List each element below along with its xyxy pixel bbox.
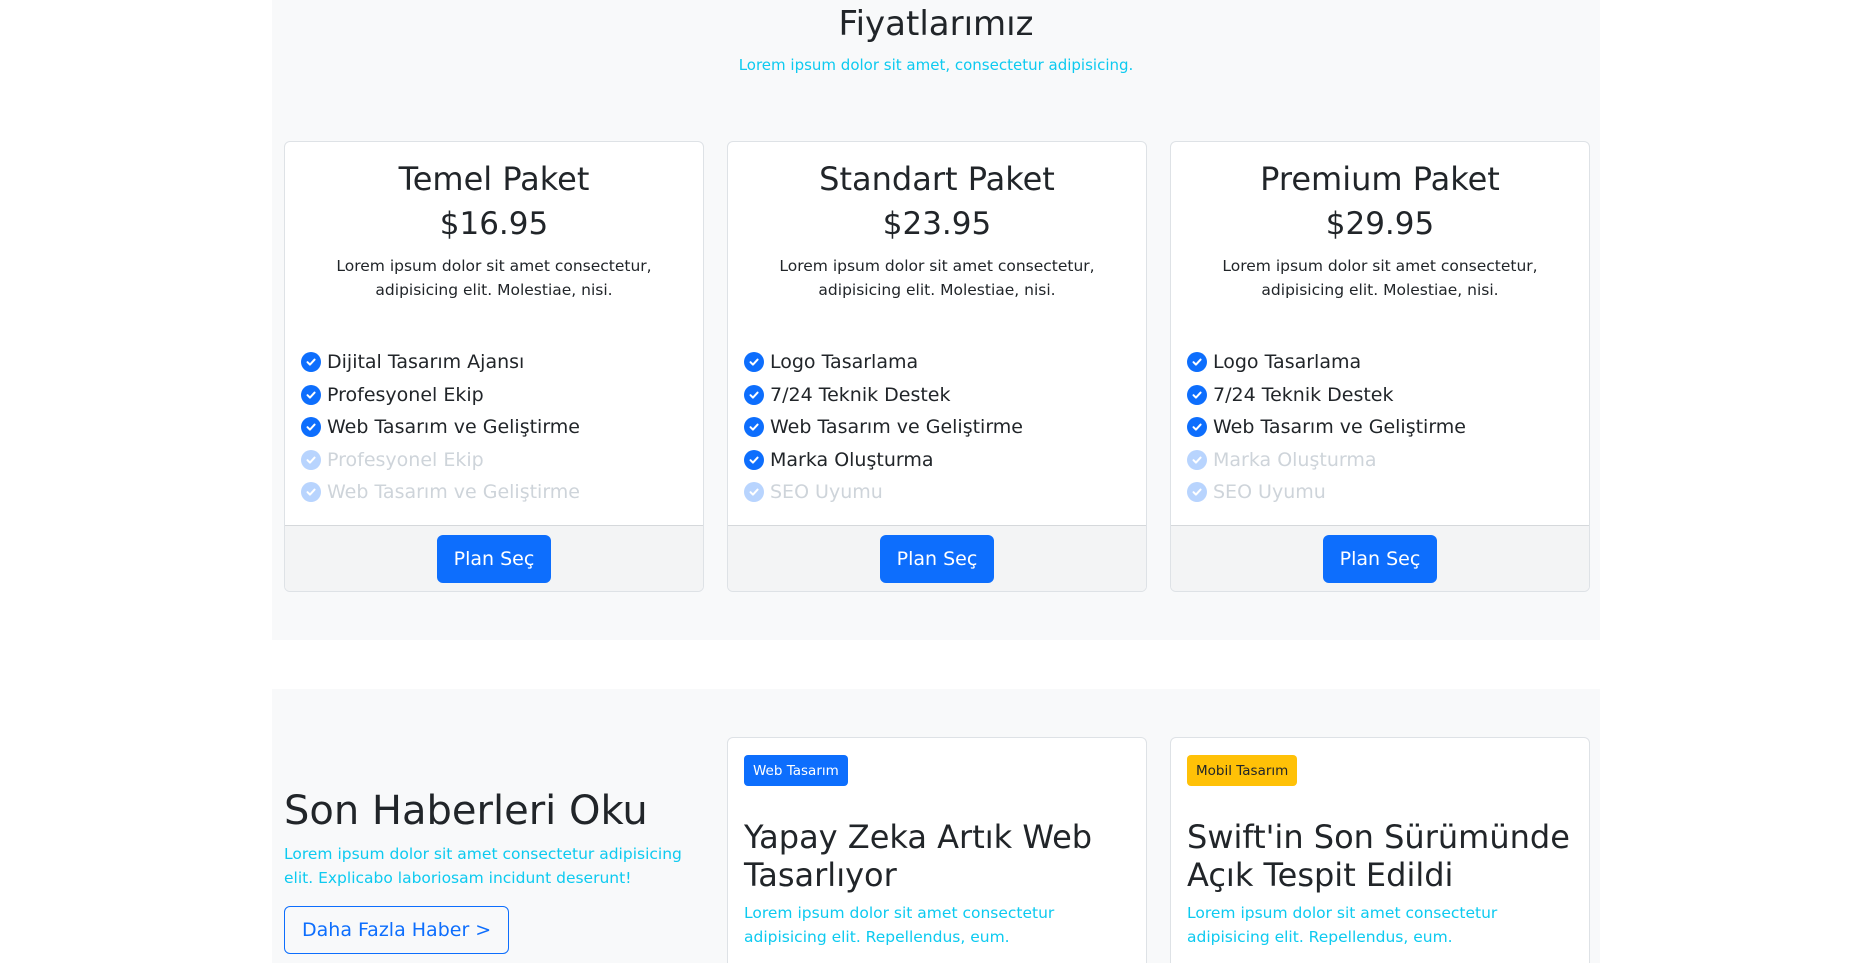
feature-label: Web Tasarım ve Geliştirme — [327, 481, 580, 504]
feature-item: Marka Oluşturma — [744, 444, 1023, 477]
category-badge: Web Tasarım — [744, 755, 848, 786]
feature-label: Web Tasarım ve Geliştirme — [1213, 416, 1466, 439]
check-circle-icon — [301, 482, 321, 503]
feature-item: Web Tasarım ve Geliştirme — [301, 476, 580, 509]
pricing-subtitle: Lorem ipsum dolor sit amet, consectetur … — [738, 56, 1134, 74]
plan-description: Lorem ipsum dolor sit amet consectetur, … — [779, 257, 1095, 299]
check-circle-icon — [301, 384, 321, 405]
news-intro-text: Lorem ipsum dolor sit amet consectetur a… — [284, 845, 682, 887]
feature-item: 7/24 Teknik Destek — [1187, 379, 1466, 412]
feature-label: Web Tasarım ve Geliştirme — [770, 416, 1023, 439]
plan-name: Premium Paket — [1260, 160, 1500, 198]
check-circle-icon — [301, 352, 321, 373]
feature-list: Dijital Tasarım Ajansı Profesyonel Ekip We… — [301, 346, 580, 509]
feature-item: Logo Tasarlama — [744, 346, 1023, 379]
choose-plan-button[interactable]: Plan Seç — [436, 534, 552, 583]
pricing-section: Fiyatlarımız Lorem ipsum dolor sit amet,… — [272, 0, 1600, 640]
feature-label: 7/24 Teknik Destek — [1213, 383, 1394, 406]
feature-item: 7/24 Teknik Destek — [744, 379, 1023, 412]
news-excerpt: Lorem ipsum dolor sit amet consectetur a… — [1187, 904, 1498, 946]
plan-price: $16.95 — [439, 206, 549, 242]
plan-price: $29.95 — [1325, 206, 1435, 242]
news-section: Son Haberleri Oku Lorem ipsum dolor sit … — [272, 689, 1600, 963]
check-circle-icon — [1187, 352, 1207, 373]
feature-item: SEO Uyumu — [744, 476, 1023, 509]
feature-item: SEO Uyumu — [1187, 476, 1466, 509]
feature-item: Web Tasarım ve Geliştirme — [301, 411, 580, 444]
feature-item: Logo Tasarlama — [1187, 346, 1466, 379]
check-circle-icon — [1187, 384, 1207, 405]
feature-label: Profesyonel Ekip — [327, 448, 484, 471]
feature-label: Profesyonel Ekip — [327, 383, 484, 406]
feature-item: Marka Oluşturma — [1187, 444, 1466, 477]
card-footer: Plan Seç — [728, 525, 1146, 591]
check-circle-icon — [301, 449, 321, 470]
pricing-card-basic: Temel Paket $16.95 Lorem ipsum dolor sit… — [284, 141, 704, 592]
check-circle-icon — [1187, 449, 1207, 470]
pricing-card-premium: Premium Paket $29.95 Lorem ipsum dolor s… — [1170, 141, 1590, 592]
plan-price: $23.95 — [882, 206, 992, 242]
pricing-title: Fiyatlarımız — [838, 4, 1034, 44]
check-circle-icon — [1187, 417, 1207, 438]
feature-item: Dijital Tasarım Ajansı — [301, 346, 580, 379]
feature-list: Logo Tasarlama 7/24 Teknik Destek Web Tasa… — [1187, 346, 1466, 509]
news-card[interactable]: Web Tasarım Yapay Zeka Artık Web Tasarlı… — [727, 737, 1147, 963]
check-circle-icon — [744, 417, 764, 438]
feature-label: 7/24 Teknik Destek — [770, 383, 951, 406]
feature-list: Logo Tasarlama 7/24 Teknik Destek Web Tasa… — [744, 346, 1023, 509]
more-news-button[interactable]: Daha Fazla Haber > — [284, 906, 510, 954]
feature-label: Marka Oluşturma — [1213, 448, 1377, 471]
news-excerpt: Lorem ipsum dolor sit amet consectetur a… — [744, 904, 1055, 946]
choose-plan-button[interactable]: Plan Seç — [1322, 534, 1438, 583]
category-badge: Mobil Tasarım — [1187, 755, 1298, 786]
card-footer: Plan Seç — [285, 525, 703, 591]
check-circle-icon — [744, 482, 764, 503]
check-circle-icon — [744, 352, 764, 373]
pricing-card-standard: Standart Paket $23.95 Lorem ipsum dolor … — [727, 141, 1147, 592]
feature-label: Web Tasarım ve Geliştirme — [327, 416, 580, 439]
feature-label: Logo Tasarlama — [770, 351, 919, 374]
check-circle-icon — [301, 417, 321, 438]
card-footer: Plan Seç — [1171, 525, 1589, 591]
feature-label: Logo Tasarlama — [1213, 351, 1362, 374]
news-card[interactable]: Mobil Tasarım Swift'in Son Sürümünde Açı… — [1170, 737, 1590, 963]
news-heading: Son Haberleri Oku — [284, 788, 648, 834]
feature-item: Profesyonel Ekip — [301, 444, 580, 477]
check-circle-icon — [744, 449, 764, 470]
feature-label: SEO Uyumu — [1213, 481, 1326, 504]
choose-plan-button[interactable]: Plan Seç — [879, 534, 995, 583]
news-title[interactable]: Swift'in Son Sürümünde Açık Tespit Edild… — [1187, 818, 1575, 894]
feature-item: Web Tasarım ve Geliştirme — [1187, 411, 1466, 444]
check-circle-icon — [744, 384, 764, 405]
feature-item: Profesyonel Ekip — [301, 379, 580, 412]
plan-description: Lorem ipsum dolor sit amet consectetur, … — [1222, 257, 1538, 299]
feature-item: Web Tasarım ve Geliştirme — [744, 411, 1023, 444]
feature-label: Dijital Tasarım Ajansı — [327, 351, 525, 374]
check-circle-icon — [1187, 482, 1207, 503]
news-title[interactable]: Yapay Zeka Artık Web Tasarlıyor — [744, 818, 1132, 894]
plan-name: Standart Paket — [819, 160, 1055, 198]
plan-name: Temel Paket — [398, 160, 590, 198]
feature-label: Marka Oluşturma — [770, 448, 934, 471]
plan-description: Lorem ipsum dolor sit amet consectetur, … — [336, 257, 652, 299]
feature-label: SEO Uyumu — [770, 481, 883, 504]
